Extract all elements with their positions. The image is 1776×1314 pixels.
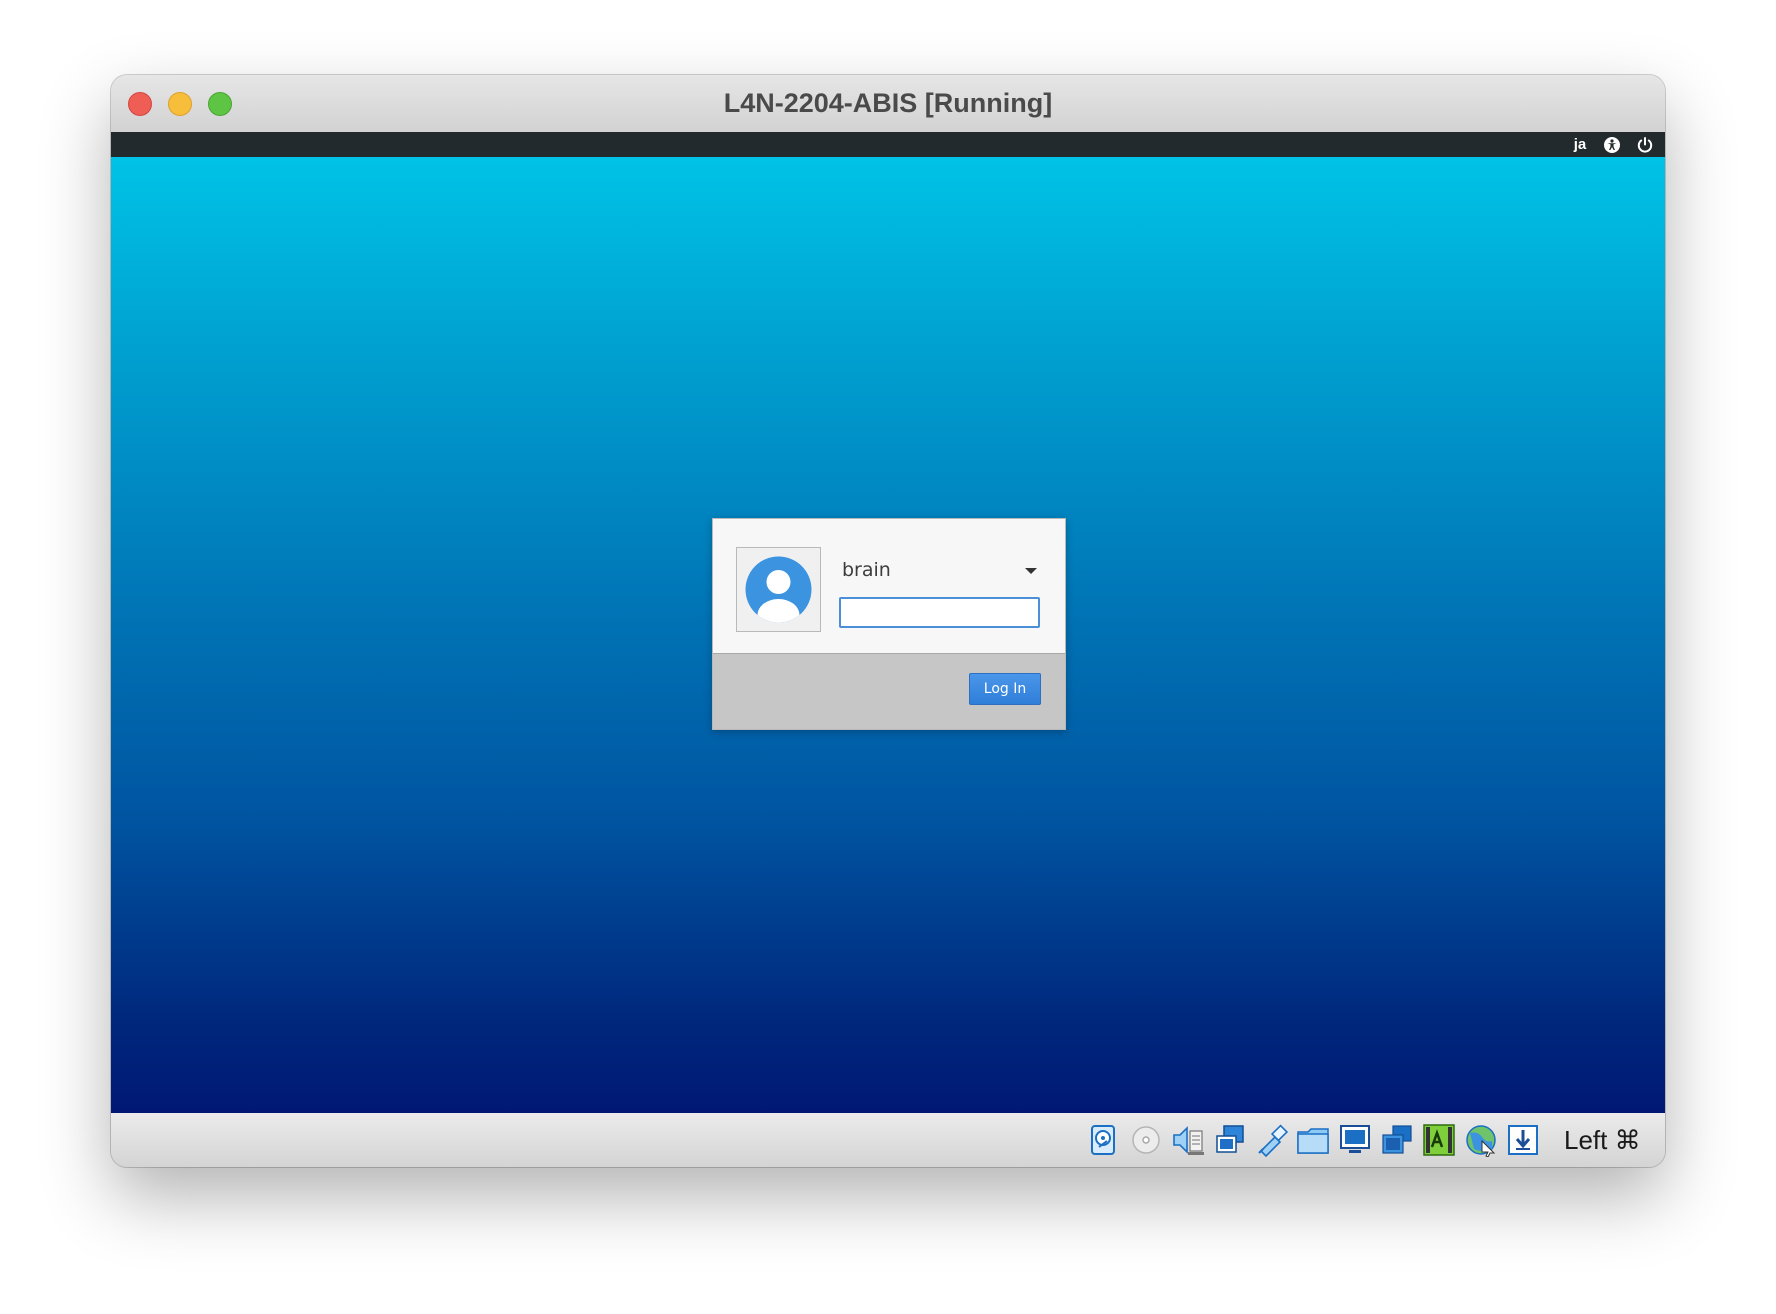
audio-icon[interactable] [1171, 1123, 1205, 1157]
shared-folders-icon[interactable] [1296, 1123, 1330, 1157]
guest-top-panel: ja [111, 132, 1665, 157]
keyboard-layout-indicator[interactable]: ja [1568, 132, 1592, 157]
chevron-down-icon[interactable] [1020, 559, 1042, 581]
vm-window: L4N-2204-ABIS [Running] ja brain Log In … [111, 75, 1665, 1167]
mouse-integration-icon[interactable] [1464, 1123, 1498, 1158]
optical-drive-icon[interactable] [1129, 1123, 1163, 1157]
usb-icon[interactable] [1255, 1123, 1289, 1158]
user-avatar-icon [736, 547, 821, 632]
log-in-button[interactable]: Log In [969, 673, 1041, 705]
login-dialog: brain Log In [712, 518, 1066, 730]
title-bar[interactable]: L4N-2204-ABIS [Running] [111, 75, 1665, 132]
display-icon[interactable] [1338, 1123, 1372, 1157]
vm-status-bar: Left ⌘ [111, 1113, 1665, 1167]
hard-disk-icon[interactable] [1086, 1123, 1120, 1157]
password-field[interactable] [839, 597, 1040, 628]
window-title: L4N-2204-ABIS [Running] [723, 88, 1053, 118]
login-user-panel: brain [713, 519, 1065, 654]
host-key-status-icon[interactable] [1506, 1123, 1540, 1157]
host-key-label: Left ⌘ [1564, 1125, 1641, 1155]
guest-desktop[interactable]: brain Log In [111, 157, 1665, 1113]
video-capture-icon[interactable] [1380, 1123, 1414, 1157]
accessibility-icon[interactable] [1601, 132, 1623, 157]
recording-icon[interactable] [1422, 1123, 1456, 1157]
network-icon[interactable] [1213, 1123, 1247, 1157]
username-label[interactable]: brain [842, 559, 891, 581]
power-icon[interactable] [1633, 132, 1657, 157]
